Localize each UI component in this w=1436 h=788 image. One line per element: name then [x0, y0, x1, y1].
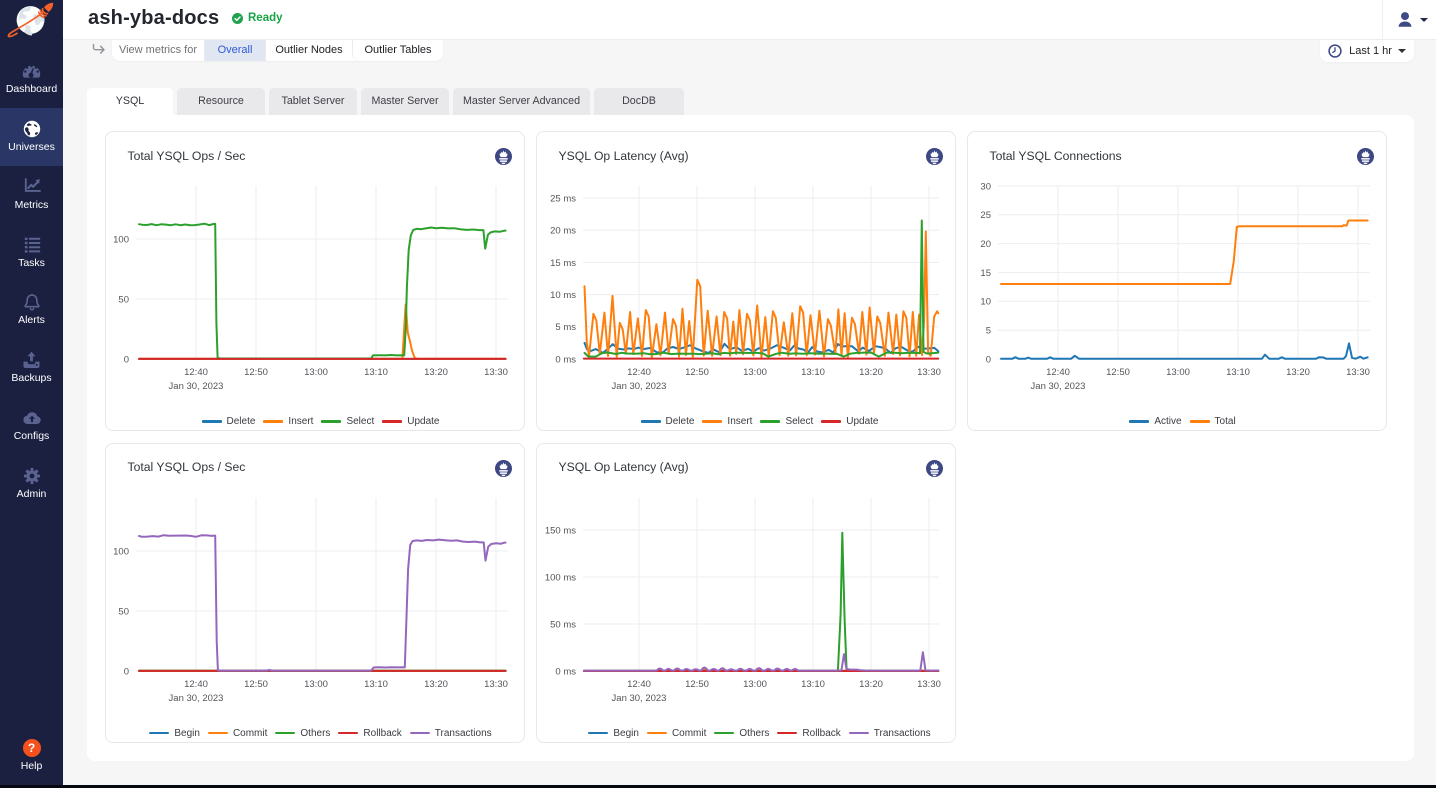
svg-text:12:50: 12:50	[244, 679, 268, 690]
svg-text:13:30: 13:30	[484, 367, 508, 378]
svg-text:0: 0	[123, 354, 128, 365]
svg-text:12:40: 12:40	[184, 367, 208, 378]
svg-text:13:00: 13:00	[743, 679, 767, 690]
svg-text:100: 100	[113, 546, 129, 557]
svg-text:Jan 30, 2023: Jan 30, 2023	[1030, 381, 1085, 392]
svg-text:13:00: 13:00	[1166, 367, 1190, 378]
svg-text:100: 100	[113, 234, 129, 245]
svg-text:13:20: 13:20	[859, 367, 883, 378]
svg-text:12:40: 12:40	[627, 367, 651, 378]
svg-text:5: 5	[985, 326, 990, 337]
svg-text:10: 10	[980, 297, 991, 308]
svg-text:30: 30	[980, 181, 991, 192]
svg-text:12:50: 12:50	[685, 367, 709, 378]
svg-text:10 ms: 10 ms	[550, 290, 576, 301]
svg-text:50: 50	[118, 606, 129, 617]
svg-text:13:00: 13:00	[743, 367, 767, 378]
svg-text:12:40: 12:40	[184, 679, 208, 690]
svg-text:13:00: 13:00	[304, 679, 328, 690]
svg-text:13:30: 13:30	[1346, 367, 1370, 378]
svg-text:13:30: 13:30	[917, 679, 941, 690]
svg-text:Jan 30, 2023: Jan 30, 2023	[611, 381, 666, 392]
svg-text:Jan 30, 2023: Jan 30, 2023	[168, 693, 223, 704]
svg-text:12:50: 12:50	[244, 367, 268, 378]
svg-text:15: 15	[980, 268, 991, 279]
svg-text:Jan 30, 2023: Jan 30, 2023	[611, 693, 666, 704]
svg-text:50 ms: 50 ms	[550, 619, 576, 630]
svg-text:15 ms: 15 ms	[550, 258, 576, 269]
svg-text:25 ms: 25 ms	[550, 193, 576, 204]
svg-text:50: 50	[118, 294, 129, 305]
svg-text:13:30: 13:30	[917, 367, 941, 378]
svg-text:13:20: 13:20	[859, 679, 883, 690]
svg-text:13:10: 13:10	[801, 679, 825, 690]
svg-text:0 ms: 0 ms	[555, 666, 576, 677]
svg-text:20 ms: 20 ms	[550, 226, 576, 237]
svg-text:13:10: 13:10	[801, 367, 825, 378]
svg-text:12:50: 12:50	[1106, 367, 1130, 378]
svg-text:25: 25	[980, 210, 991, 221]
svg-text:5 ms: 5 ms	[555, 322, 576, 333]
svg-text:150 ms: 150 ms	[544, 525, 575, 536]
svg-text:13:20: 13:20	[424, 367, 448, 378]
svg-text:0: 0	[123, 666, 128, 677]
svg-text:Jan 30, 2023: Jan 30, 2023	[168, 381, 223, 392]
svg-text:13:20: 13:20	[1286, 367, 1310, 378]
svg-text:0: 0	[985, 354, 990, 365]
svg-text:12:40: 12:40	[627, 679, 651, 690]
svg-text:13:20: 13:20	[424, 679, 448, 690]
svg-text:13:10: 13:10	[364, 367, 388, 378]
svg-text:20: 20	[980, 239, 991, 250]
svg-text:13:00: 13:00	[304, 367, 328, 378]
svg-text:100 ms: 100 ms	[544, 572, 575, 583]
svg-text:12:50: 12:50	[685, 679, 709, 690]
svg-text:12:40: 12:40	[1046, 367, 1070, 378]
svg-text:0 ms: 0 ms	[555, 354, 576, 365]
svg-text:13:10: 13:10	[1226, 367, 1250, 378]
svg-text:13:30: 13:30	[484, 679, 508, 690]
svg-text:13:10: 13:10	[364, 679, 388, 690]
